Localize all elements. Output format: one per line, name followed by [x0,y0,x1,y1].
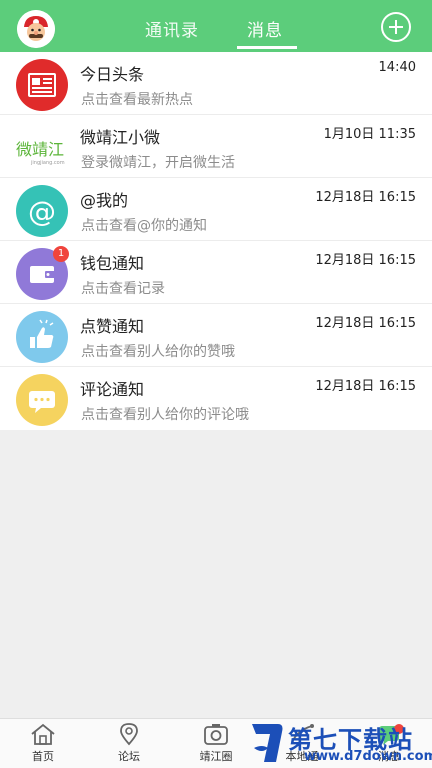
nav-label: 靖江圈 [199,750,233,763]
watermark: 第七下载站 www.d7down.com [248,716,432,768]
thumbs-up-icon [16,311,68,363]
message-time: 1月10日 11:35 [323,127,416,142]
message-list: 今日头条 点击查看最新热点 14:40 微靖江 jingjiang.com 微靖… [0,52,432,430]
unread-badge: 1 [53,246,69,262]
nav-forum[interactable]: 论坛 [94,722,164,768]
newspaper-icon [16,59,68,111]
weijingjiang-logo-icon: 微靖江 jingjiang.com [16,122,68,174]
message-subtitle: 点击查看别人给你的评论哦 [81,407,249,423]
message-title: 微靖江小微 [80,128,161,147]
message-subtitle: 登录微靖江，开启微生活 [81,155,235,171]
message-title: @我的 [80,191,129,210]
message-time: 12月18日 16:15 [315,379,416,394]
message-title: 评论通知 [80,380,145,399]
message-subtitle: 点击查看@你的通知 [81,218,207,234]
message-item-wallet[interactable]: 1 钱包通知 点击查看记录 12月18日 16:15 [0,241,432,304]
watermark-url: www.d7down.com [304,749,432,764]
message-time: 12月18日 16:15 [315,253,416,268]
logo-text: 微靖江 [16,140,64,159]
user-avatar[interactable] [17,10,55,48]
message-subtitle: 点击查看最新热点 [81,92,193,108]
camera-icon [204,724,228,745]
message-time: 12月18日 16:15 [315,190,416,205]
watermark-logo-icon [252,724,283,762]
tab-messages[interactable]: 消息 [247,16,283,41]
message-title: 点赞通知 [80,317,145,336]
nav-label: 论坛 [118,750,140,763]
message-item-weijingjiang[interactable]: 微靖江 jingjiang.com 微靖江小微 登录微靖江，开启微生活 1月10… [0,115,432,178]
message-item-toutiao[interactable]: 今日头条 点击查看最新热点 14:40 [0,52,432,115]
message-time: 12月18日 16:15 [315,316,416,331]
home-icon [31,723,55,745]
message-time: 14:40 [378,60,416,75]
tab-contacts[interactable]: 通讯录 [145,16,199,41]
message-item-likes[interactable]: 点赞通知 点击查看别人给你的赞哦 12月18日 16:15 [0,304,432,367]
message-item-comments[interactable]: 评论通知 点击查看别人给你的评论哦 12月18日 16:15 [0,367,432,430]
message-title: 钱包通知 [80,254,145,273]
svg-text:@: @ [28,195,56,228]
message-subtitle: 点击查看记录 [81,281,165,297]
message-subtitle: 点击查看别人给你的赞哦 [81,344,235,360]
top-bar: 通讯录 消息 [0,0,432,52]
at-icon: @ [16,185,68,237]
message-title: 今日头条 [80,65,145,84]
svg-text:jingjiang.com: jingjiang.com [30,160,65,166]
comment-icon [16,374,68,426]
nav-home[interactable]: 首页 [8,722,78,768]
add-button[interactable] [381,12,411,42]
location-pin-icon [120,723,138,746]
nav-circle[interactable]: 靖江圈 [181,722,251,768]
nav-label: 首页 [32,750,54,763]
message-item-mentions[interactable]: @ @我的 点击查看@你的通知 12月18日 16:15 [0,178,432,241]
active-tab-indicator [237,46,297,49]
